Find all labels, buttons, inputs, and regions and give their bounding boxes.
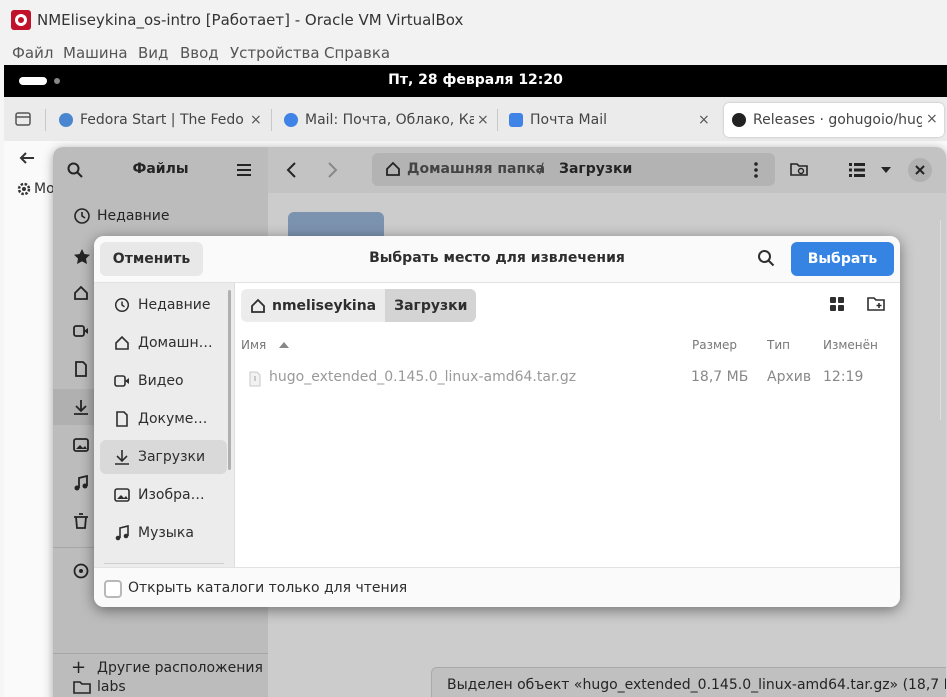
breadcrumb: nmeliseykina Загрузки	[241, 289, 477, 322]
dialog-footer: Открыть каталоги только для чтения	[94, 567, 900, 607]
clock-icon	[114, 297, 130, 313]
vbox-menubar: Файл Машина Вид Ввод Устройства Справка	[0, 40, 947, 65]
tab-close-icon[interactable]: ×	[926, 111, 938, 127]
file-size: 18,7 МБ	[691, 369, 749, 385]
dialog-sidebar: Недавние Домашняя папка Видео Документы …	[94, 283, 235, 567]
topbar-clock[interactable]: Пт, 28 февраля 12:20	[4, 72, 947, 88]
home-icon	[251, 298, 265, 313]
breadcrumb-home[interactable]: nmeliseykina	[241, 289, 385, 322]
grid-view-icon[interactable]	[829, 296, 845, 312]
column-type[interactable]: Тип	[767, 338, 790, 352]
new-folder-icon[interactable]	[867, 296, 885, 312]
archive-file-icon	[249, 371, 261, 387]
dialog-file-list: nmeliseykina Загрузки Имя Размер Тип Изм…	[235, 283, 900, 567]
menu-help[interactable]: Справка	[324, 44, 390, 62]
table-row[interactable]: hugo_extended_0.145.0_linux-amd64.tar.gz…	[235, 361, 900, 395]
at-sign-icon	[284, 113, 298, 127]
image-icon	[114, 488, 130, 502]
back-arrow-icon[interactable]	[18, 149, 36, 167]
download-icon	[115, 450, 129, 465]
sort-ascending-icon	[279, 342, 290, 348]
file-type: Архив	[767, 369, 812, 385]
column-size[interactable]: Размер	[692, 338, 737, 352]
menu-input[interactable]: Ввод	[180, 44, 219, 62]
menu-view[interactable]: Вид	[138, 44, 168, 62]
dialog-sidebar-videos[interactable]: Видео	[100, 364, 227, 398]
gnome-topbar: Пт, 28 февраля 12:20	[4, 65, 947, 97]
dialog-sidebar-recent[interactable]: Недавние	[100, 288, 227, 322]
virtualbox-logo-icon	[11, 10, 31, 30]
breadcrumb-current[interactable]: Загрузки	[385, 289, 477, 322]
tab-pochta-mail[interactable]: Почта Mail	[509, 105, 689, 135]
document-icon	[116, 411, 128, 427]
search-icon[interactable]	[757, 249, 775, 267]
tab-mail-ru[interactable]: Mail: Почта, Облако, Календарь	[284, 105, 474, 135]
dialog-sidebar-home[interactable]: Домашняя папка	[100, 326, 227, 360]
dialog-sidebar-pictures[interactable]: Изображения	[100, 478, 227, 512]
dialog-sidebar-music[interactable]: Музыка	[100, 516, 227, 550]
music-icon	[115, 525, 129, 541]
tab-close-icon[interactable]: ×	[477, 112, 489, 128]
vbox-titlebar: NMEliseykina_os-intro [Работает] - Oracl…	[0, 0, 947, 40]
fedora-icon	[59, 113, 73, 127]
tab-overview-icon[interactable]	[14, 110, 32, 128]
home-icon	[115, 335, 129, 350]
window-title: NMEliseykina_os-intro [Работает] - Oracl…	[37, 11, 464, 29]
tab-github-releases[interactable]: Releases · gohugoio/hugo ×	[724, 103, 944, 137]
column-name[interactable]: Имя	[241, 338, 290, 352]
file-name: hugo_extended_0.145.0_linux-amd64.tar.gz	[269, 369, 577, 385]
readonly-checkbox[interactable]	[104, 580, 122, 598]
gear-icon[interactable]	[16, 181, 32, 197]
readonly-checkbox-label[interactable]: Открыть каталоги только для чтения	[128, 580, 407, 596]
dialog-sidebar-documents[interactable]: Документы	[100, 402, 227, 436]
menu-file[interactable]: Файл	[12, 44, 53, 62]
tab-fedora[interactable]: Fedora Start | The Fedora Project	[59, 105, 244, 135]
column-modified[interactable]: Изменён	[823, 338, 878, 352]
sidebar-divider	[104, 563, 224, 564]
mail-icon	[509, 113, 523, 127]
tab-close-icon[interactable]: ×	[250, 112, 262, 128]
github-icon	[732, 113, 746, 127]
sidebar-scrollbar[interactable]	[228, 290, 231, 470]
partial-page-text: Mo	[34, 181, 55, 197]
menu-machine[interactable]: Машина	[63, 44, 128, 62]
menu-devices[interactable]: Устройства	[230, 44, 320, 62]
file-modified: 12:19	[823, 369, 864, 385]
dialog-sidebar-downloads[interactable]: Загрузки	[100, 440, 227, 474]
dialog-title: Выбрать место для извлечения	[369, 250, 625, 266]
extract-location-dialog: Выбрать место для извлечения Отменить Вы…	[94, 236, 900, 607]
dialog-header: Выбрать место для извлечения Отменить Вы…	[94, 236, 900, 283]
tab-close-icon[interactable]: ×	[698, 112, 710, 128]
video-icon	[114, 375, 129, 387]
page-edge	[940, 220, 947, 420]
select-button[interactable]: Выбрать	[791, 242, 894, 276]
guest-screen: Пт, 28 февраля 12:20 Fedora Start | The …	[4, 65, 947, 697]
cancel-button[interactable]: Отменить	[100, 242, 203, 276]
